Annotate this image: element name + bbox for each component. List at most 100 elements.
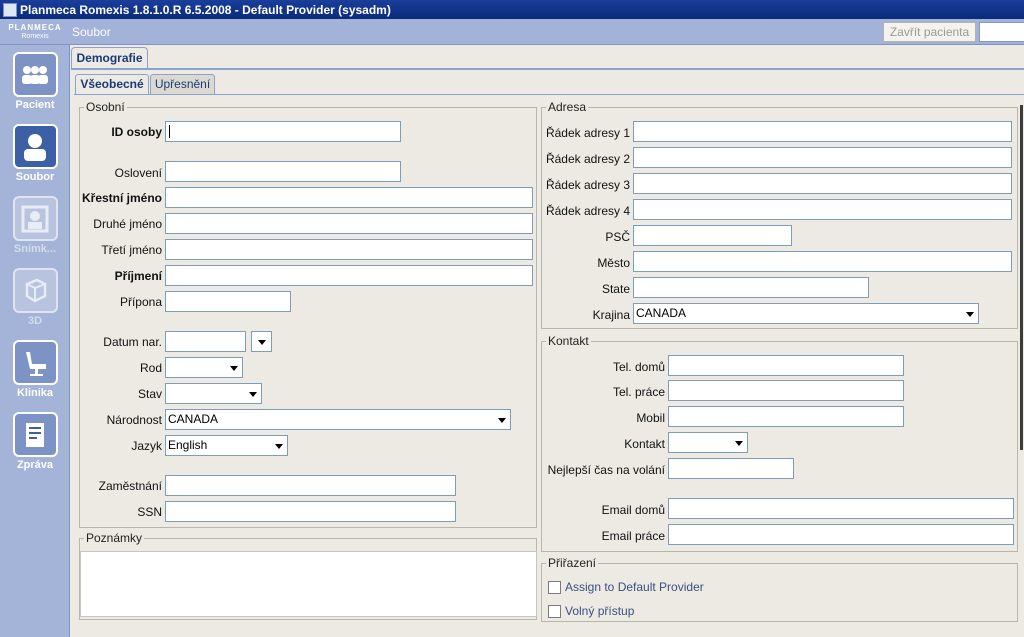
nationality-label: Národnost — [106, 413, 162, 427]
subtab-vseobecne[interactable]: Všeobecné — [75, 74, 149, 95]
dental-chair-icon — [12, 340, 58, 385]
dob-picker-button[interactable] — [251, 331, 272, 352]
mobile-input[interactable] — [668, 406, 904, 427]
best-time-label: Nejlepší čas na volání — [547, 463, 665, 477]
address-line4-label: Řádek adresy 4 — [545, 204, 630, 218]
address-line3-input[interactable] — [633, 173, 1012, 194]
mobile-label: Mobil — [636, 411, 665, 425]
sidebar-item-snimky[interactable]: Snímk... — [0, 196, 70, 255]
tab-demografie[interactable]: Demografie — [71, 47, 148, 69]
address-group-title: Adresa — [546, 100, 589, 114]
salutation-input[interactable] — [165, 161, 401, 182]
country-label: Krajina — [592, 308, 630, 322]
id-label: ID osoby — [111, 125, 162, 139]
window-titlebar: Planmeca Romexis 1.8.1.0.R 6.5.2008 - De… — [0, 0, 1024, 19]
work-email-label: Email práce — [601, 529, 665, 543]
home-phone-label: Tel. domů — [612, 360, 665, 374]
first-name-input[interactable] — [165, 187, 533, 208]
subtab-divider — [74, 94, 1024, 95]
imaging-icon — [12, 196, 58, 241]
patient-file-icon — [12, 124, 58, 169]
salutation-label: Oslovení — [114, 166, 162, 180]
sidebar-item-zprava[interactable]: Zpráva — [0, 412, 70, 471]
address-line1-input[interactable] — [633, 121, 1012, 142]
work-phone-input[interactable] — [668, 380, 904, 401]
ssn-input[interactable] — [165, 501, 456, 522]
second-name-input[interactable] — [165, 213, 533, 234]
address-line2-input[interactable] — [633, 147, 1012, 168]
state-label: State — [601, 282, 630, 296]
chevron-down-icon — [735, 441, 743, 446]
employment-input[interactable] — [165, 475, 456, 496]
nationality-select[interactable]: CANADA — [165, 409, 511, 430]
sidebar-item-pacient[interactable]: Pacient — [0, 52, 70, 111]
logo-product: Romexis — [21, 33, 49, 40]
app-icon — [3, 2, 17, 17]
id-input[interactable] — [165, 121, 401, 142]
sidebar-item-klinika[interactable]: Klinika — [0, 340, 70, 399]
work-email-input[interactable] — [668, 524, 1014, 545]
patients-icon — [12, 52, 58, 97]
tab-divider — [71, 68, 1024, 70]
sidebar-item-soubor[interactable]: Soubor — [0, 124, 70, 183]
address-line3-label: Řádek adresy 3 — [545, 178, 630, 192]
vertical-scrollbar[interactable] — [1020, 105, 1023, 450]
sidebar-label-zprava: Zpráva — [16, 459, 54, 471]
dob-input[interactable] — [165, 331, 246, 352]
sidebar-item-3d[interactable]: 3D — [0, 268, 70, 327]
chevron-down-icon — [498, 418, 506, 423]
status-select[interactable] — [165, 383, 262, 404]
country-select[interactable]: CANADA — [633, 303, 979, 324]
third-name-label: Třetí jméno — [101, 243, 162, 257]
suffix-label: Přípona — [119, 295, 162, 309]
city-input[interactable] — [633, 251, 1012, 272]
contact-group-title: Kontakt — [546, 334, 591, 348]
sidebar-label-klinika: Klinika — [16, 387, 54, 399]
menu-soubor[interactable]: Soubor — [72, 25, 111, 39]
sidebar-label-snimky: Snímk... — [13, 243, 57, 255]
chevron-down-icon — [249, 392, 257, 397]
language-select[interactable]: English — [165, 435, 288, 456]
sidebar: Pacient Soubor Snímk... 3D Klinika Zpráv… — [0, 45, 70, 637]
contact-type-select[interactable] — [668, 432, 748, 453]
assign-default-provider-label[interactable]: Assign to Default Provider — [565, 580, 704, 594]
free-access-label[interactable]: Volný přístup — [565, 604, 634, 618]
planmeca-logo: PLANMECA Romexis — [0, 19, 70, 45]
zip-input[interactable] — [633, 225, 792, 246]
address-line4-input[interactable] — [633, 199, 1012, 220]
main-panel: Demografie Všeobecné Upřesnění Osobní ID… — [71, 45, 1024, 637]
language-label: Jazyk — [131, 439, 162, 453]
first-name-label: Křestní jméno — [81, 191, 162, 205]
subtab-upresneni[interactable]: Upřesnění — [150, 74, 215, 95]
gender-select[interactable] — [165, 357, 243, 378]
gender-label: Rod — [139, 361, 162, 375]
home-email-label: Email domů — [601, 503, 665, 517]
patient-search-input[interactable] — [979, 22, 1024, 42]
third-name-input[interactable] — [165, 239, 533, 260]
state-input[interactable] — [633, 277, 869, 298]
contact-type-label: Kontakt — [624, 437, 665, 451]
chevron-down-icon — [275, 444, 283, 449]
text-caret — [169, 125, 170, 138]
city-label: Město — [597, 256, 630, 270]
notes-group-title: Poznámky — [84, 531, 145, 545]
close-patient-button[interactable]: Zavřít pacienta — [883, 22, 976, 42]
address-line1-label: Řádek adresy 1 — [545, 126, 630, 140]
home-phone-input[interactable] — [668, 355, 904, 376]
surname-label: Příjmení — [114, 269, 162, 283]
suffix-input[interactable] — [165, 291, 291, 312]
language-value: English — [168, 438, 208, 452]
assignment-group-title: Přiřazení — [546, 556, 599, 570]
surname-input[interactable] — [165, 265, 533, 286]
best-time-input[interactable] — [668, 458, 794, 479]
sidebar-label-3d: 3D — [27, 315, 43, 327]
country-value: CANADA — [636, 306, 687, 320]
assign-default-provider-checkbox[interactable] — [548, 581, 561, 594]
chevron-down-icon — [230, 366, 238, 371]
notes-textarea[interactable] — [80, 551, 537, 617]
home-email-input[interactable] — [668, 498, 1014, 519]
ssn-label: SSN — [137, 505, 162, 519]
3d-cube-icon — [12, 268, 58, 313]
free-access-checkbox[interactable] — [548, 605, 561, 618]
nationality-value: CANADA — [168, 412, 219, 426]
